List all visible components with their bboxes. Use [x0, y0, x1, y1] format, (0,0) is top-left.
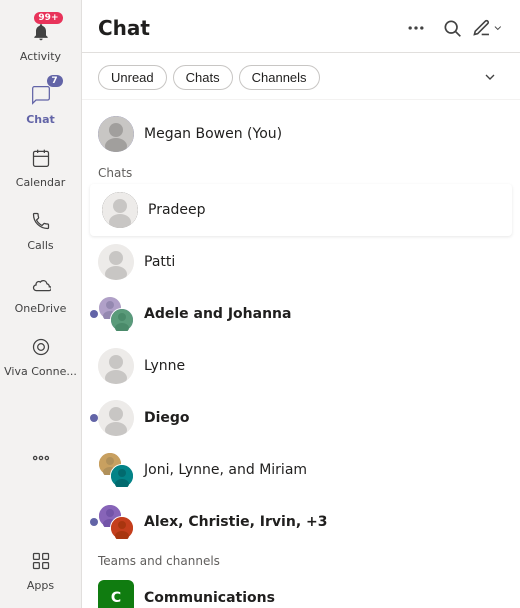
sidebar-item-apps[interactable]: Apps — [0, 537, 81, 600]
activity-badge: 99+ — [34, 12, 62, 24]
compose-icon — [472, 18, 491, 38]
filter-expand-button[interactable] — [476, 63, 504, 91]
compose-button[interactable] — [472, 12, 504, 44]
calendar-label: Calendar — [16, 176, 65, 189]
megan-avatar-img — [98, 116, 134, 152]
sidebar: 99+ Activity 7 Chat Calendar — [0, 0, 82, 608]
chat-item-joni-lynne-miriam[interactable]: Joni, Lynne, and Miriam — [82, 444, 520, 496]
patti-avatar-icon — [98, 244, 134, 280]
onedrive-icon — [31, 274, 51, 294]
sidebar-item-calls[interactable]: Calls — [0, 197, 81, 260]
joni-miriam-avatar — [98, 452, 134, 488]
calls-icon-wrap — [25, 205, 57, 237]
header-actions — [400, 12, 504, 44]
chat-item-patti[interactable]: Patti — [82, 236, 520, 288]
chat-item-alex-plus[interactable]: Alex, Christie, Irvin, +3 — [82, 496, 520, 548]
pradeep-avatar-wrap — [102, 192, 138, 228]
chevron-down-icon — [482, 69, 498, 85]
more-icon — [31, 448, 51, 468]
calls-icon — [31, 211, 51, 231]
pradeep-avatar-icon — [102, 192, 138, 228]
megan-row[interactable]: Megan Bowen (You) — [82, 108, 520, 160]
more-options-button[interactable] — [400, 12, 432, 44]
chat-badge: 7 — [47, 75, 63, 87]
header: Chat — [82, 0, 520, 53]
chat-item-diego[interactable]: Diego — [82, 392, 520, 444]
filter-bar: Unread Chats Channels — [82, 53, 520, 100]
more-icon-wrap — [25, 442, 57, 474]
chat-item-pradeep[interactable]: Pradeep — [90, 184, 512, 236]
apps-icon — [31, 551, 51, 571]
adele-johanna-avatar — [98, 296, 134, 332]
lynne-avatar — [98, 348, 134, 384]
unread-dot-adele — [90, 310, 98, 318]
johanna-avatar-small — [110, 308, 134, 332]
page-title: Chat — [98, 16, 400, 40]
teams-section-header: Teams and channels — [82, 548, 520, 572]
chat-list: Megan Bowen (You) Chats Pradeep — [82, 100, 520, 608]
megan-name: Megan Bowen (You) — [144, 126, 282, 142]
communications-icon: C — [98, 580, 134, 608]
lynne-name: Lynne — [144, 358, 185, 374]
chat-label: Chat — [26, 113, 55, 126]
apps-label: Apps — [27, 579, 54, 592]
lynne-avatar-wrap — [98, 348, 134, 384]
unread-dot-alex — [90, 518, 98, 526]
search-icon — [442, 18, 462, 38]
filter-chats[interactable]: Chats — [173, 65, 233, 90]
filter-channels[interactable]: Channels — [239, 65, 320, 90]
activity-icon — [31, 22, 51, 42]
chevron-down-icon — [492, 22, 504, 34]
communications-name: Communications — [144, 590, 275, 606]
calls-label: Calls — [27, 239, 53, 252]
irvin-avatar-small — [110, 516, 134, 540]
chats-section-header: Chats — [82, 160, 520, 184]
pradeep-name: Pradeep — [148, 202, 206, 218]
sidebar-item-chat[interactable]: 7 Chat — [0, 71, 81, 134]
patti-avatar — [98, 244, 134, 280]
patti-name: Patti — [144, 254, 175, 270]
sidebar-item-onedrive[interactable]: OneDrive — [0, 260, 81, 323]
chat-icon-wrap: 7 — [25, 79, 57, 111]
diego-avatar-wrap — [98, 400, 134, 436]
unread-dot-diego — [90, 414, 98, 422]
filter-unread[interactable]: Unread — [98, 65, 167, 90]
miriam-avatar-small — [110, 464, 134, 488]
viva-icon-wrap — [25, 331, 57, 363]
search-button[interactable] — [436, 12, 468, 44]
activity-icon-wrap: 99+ — [25, 16, 57, 48]
channel-item-communications[interactable]: C Communications — [82, 572, 520, 608]
megan-avatar — [98, 116, 134, 152]
diego-avatar — [98, 400, 134, 436]
chat-item-lynne[interactable]: Lynne — [82, 340, 520, 392]
sidebar-item-viva[interactable]: Viva Conne... — [0, 323, 81, 386]
alex-plus-name: Alex, Christie, Irvin, +3 — [144, 514, 327, 530]
chat-icon — [31, 85, 51, 105]
pradeep-avatar — [102, 192, 138, 228]
sidebar-item-more[interactable] — [0, 434, 81, 482]
main-panel: Chat — [82, 0, 520, 608]
apps-icon-wrap — [25, 545, 57, 577]
chat-item-adele-johanna[interactable]: Adele and Johanna — [82, 288, 520, 340]
sidebar-item-activity[interactable]: 99+ Activity — [0, 8, 81, 71]
calendar-icon — [31, 148, 51, 168]
viva-label: Viva Conne... — [4, 365, 77, 378]
onedrive-label: OneDrive — [15, 302, 67, 315]
joni-lynne-miriam-name: Joni, Lynne, and Miriam — [144, 462, 307, 478]
sidebar-item-calendar[interactable]: Calendar — [0, 134, 81, 197]
more-horiz-icon — [406, 18, 426, 38]
diego-name: Diego — [144, 410, 190, 426]
calendar-icon-wrap — [25, 142, 57, 174]
viva-icon — [31, 337, 51, 357]
activity-label: Activity — [20, 50, 61, 63]
adele-johanna-name: Adele and Johanna — [144, 306, 291, 322]
onedrive-icon-wrap — [25, 268, 57, 300]
patti-avatar-wrap — [98, 244, 134, 280]
alex-irvin-avatar — [98, 504, 134, 540]
